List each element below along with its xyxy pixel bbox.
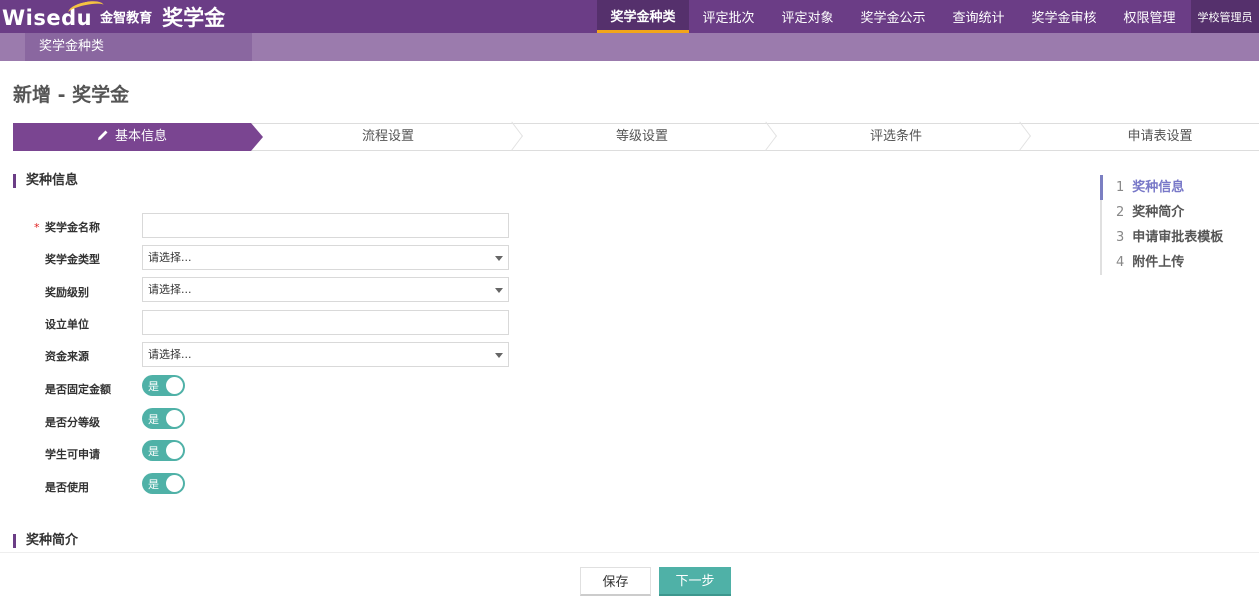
label-fund-source: 资金来源 [45, 350, 89, 363]
wizard-steps: 基本信息 流程设置 等级设置 评选条件 申请表设置 [13, 123, 1259, 151]
page-title: 新增 - 奖学金 [13, 84, 130, 106]
chevron-down-icon [495, 353, 503, 358]
step-label: 评选条件 [869, 129, 922, 144]
section-outline: 1 奖种信息 2 奖种简介 3 申请审批表模板 4 附件上传 [1100, 175, 1230, 275]
fund-source-select[interactable]: 请选择... [142, 342, 509, 367]
outline-label: 奖种信息 [1132, 180, 1185, 195]
logo-brand-cn: 金智教育 [100, 11, 153, 26]
outline-label: 申请审批表模板 [1132, 230, 1224, 245]
establishing-unit-input[interactable] [142, 310, 509, 335]
label-establishing-unit: 设立单位 [45, 318, 89, 331]
required-mark: * [34, 221, 40, 234]
nav-item-scholarship-types[interactable]: 奖学金种类 [597, 0, 689, 33]
chevron-down-icon [495, 256, 503, 261]
toggle-knob [166, 475, 183, 492]
user-menu[interactable]: 学校管理员 [1191, 0, 1259, 33]
nav-item-label: 奖学金审核 [1031, 11, 1097, 26]
top-bar: Wisedu 金智教育 奖学金 奖学金种类 评定批次 评定对象 奖学金公示 查询… [0, 0, 1259, 33]
step-levels[interactable]: 等级设置 [517, 124, 767, 150]
step-label: 申请表设置 [1127, 129, 1193, 144]
sub-nav-tab[interactable]: 奖学金种类 [25, 33, 252, 61]
section-title-intro: 奖种简介 [13, 534, 78, 548]
nav-item-batches[interactable]: 评定批次 [689, 0, 768, 33]
outline-item-template[interactable]: 3 申请审批表模板 [1102, 225, 1230, 250]
label-fixed-amount: 是否固定金额 [45, 383, 111, 396]
scholarship-name-input[interactable] [142, 213, 509, 238]
scholarship-type-select[interactable]: 请选择... [142, 245, 509, 270]
step-label: 基本信息 [114, 129, 167, 144]
step-basic-info[interactable]: 基本信息 [13, 123, 263, 151]
fixed-amount-toggle[interactable]: 是 [142, 375, 185, 396]
chevron-down-icon [495, 288, 503, 293]
label-graded: 是否分等级 [45, 416, 100, 429]
toggle-text: 是 [148, 413, 159, 426]
nav-item-label: 权限管理 [1123, 11, 1176, 26]
student-apply-toggle[interactable]: 是 [142, 440, 185, 461]
nav-item-announcement[interactable]: 奖学金公示 [847, 0, 939, 33]
next-step-button[interactable]: 下一步 [659, 567, 731, 596]
outline-num: 2 [1116, 205, 1125, 220]
outline-item-intro[interactable]: 2 奖种简介 [1102, 200, 1230, 225]
nav-item-statistics[interactable]: 查询统计 [939, 0, 1018, 33]
outline-num: 3 [1116, 230, 1125, 245]
toggle-knob [166, 410, 183, 427]
logo: Wisedu 金智教育 奖学金 [2, 0, 226, 32]
section-title-basic: 奖种信息 [13, 174, 78, 188]
save-button[interactable]: 保存 [580, 567, 651, 596]
step-application-form[interactable]: 申请表设置 [1033, 124, 1259, 150]
select-value: 请选择... [148, 283, 192, 296]
nav-item-review[interactable]: 奖学金审核 [1018, 0, 1110, 33]
step-criteria[interactable]: 评选条件 [771, 124, 1021, 150]
outline-num: 1 [1116, 180, 1125, 195]
label-scholarship-name: 奖学金名称 [45, 221, 100, 234]
award-level-select[interactable]: 请选择... [142, 277, 509, 302]
select-value: 请选择... [148, 348, 192, 361]
app-title: 奖学金 [162, 6, 226, 30]
in-use-toggle[interactable]: 是 [142, 473, 185, 494]
nav-item-label: 奖学金公示 [860, 11, 926, 26]
nav-item-label: 评定批次 [702, 11, 755, 26]
outline-item-basic[interactable]: 1 奖种信息 [1100, 175, 1230, 200]
nav-item-label: 评定对象 [781, 11, 834, 26]
outline-label: 附件上传 [1132, 255, 1185, 270]
toggle-text: 是 [148, 380, 159, 393]
nav-item-targets[interactable]: 评定对象 [768, 0, 847, 33]
outline-num: 4 [1116, 255, 1125, 270]
step-label: 流程设置 [361, 129, 414, 144]
toggle-text: 是 [148, 478, 159, 491]
graded-toggle[interactable]: 是 [142, 408, 185, 429]
label-in-use: 是否使用 [45, 481, 89, 494]
outline-item-attachments[interactable]: 4 附件上传 [1102, 250, 1230, 275]
step-label: 等级设置 [615, 129, 668, 144]
main-nav: 奖学金种类 评定批次 评定对象 奖学金公示 查询统计 奖学金审核 权限管理 [597, 0, 1189, 33]
toggle-knob [166, 442, 183, 459]
label-award-level: 奖励级别 [45, 286, 89, 299]
nav-item-permissions[interactable]: 权限管理 [1110, 0, 1189, 33]
nav-item-label: 奖学金种类 [610, 9, 676, 25]
toggle-text: 是 [148, 445, 159, 458]
label-scholarship-type: 奖学金类型 [45, 253, 100, 266]
outline-label: 奖种简介 [1132, 205, 1185, 220]
toggle-knob [166, 377, 183, 394]
select-value: 请选择... [148, 251, 192, 264]
label-student-apply: 学生可申请 [45, 448, 100, 461]
nav-item-label: 查询统计 [952, 11, 1005, 26]
step-process[interactable]: 流程设置 [263, 124, 513, 150]
pencil-icon [97, 130, 108, 140]
